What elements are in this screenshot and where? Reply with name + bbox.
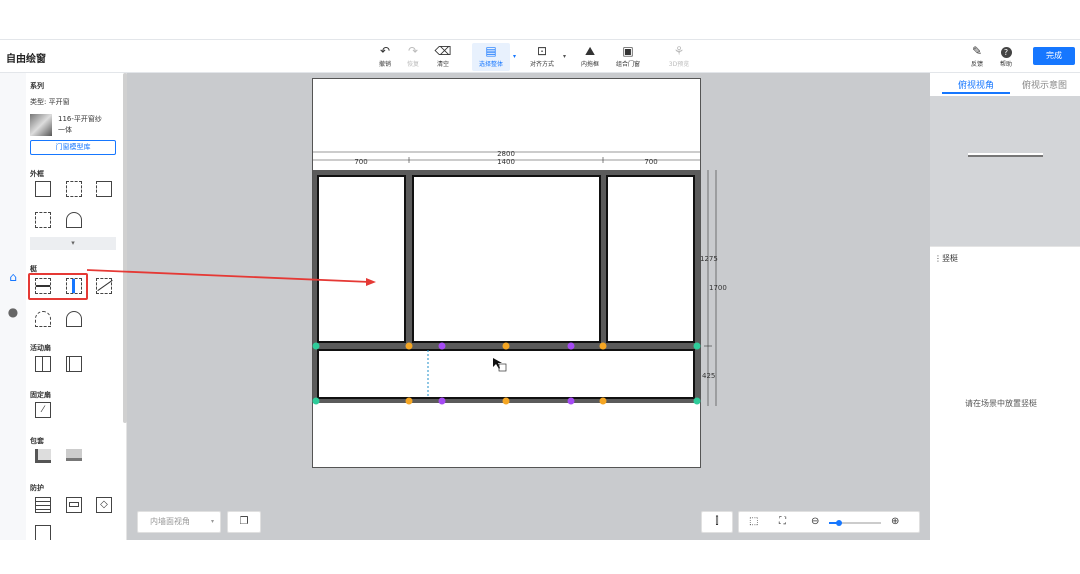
pane-bottom: [317, 349, 695, 399]
mirror-icon: ⫿: [715, 516, 719, 527]
handle-green-1: [312, 342, 320, 350]
zoom-slider-track[interactable]: [829, 520, 881, 526]
dim-height-text: 1700: [709, 284, 727, 292]
zoom-out-icon[interactable]: ⊖: [811, 516, 819, 527]
placement-hint: 请在场景中放置竖梃: [965, 399, 1037, 408]
layers-button[interactable]: ❐: [227, 511, 261, 533]
right-divider: [930, 246, 1080, 247]
mirror-button[interactable]: ⫿: [701, 511, 733, 533]
handle-orange-6: [599, 397, 607, 405]
dim-right-text: 700: [644, 158, 657, 166]
handle-green-2: [693, 342, 701, 350]
dim-left-text: 700: [354, 158, 367, 166]
handle-purple-3: [438, 397, 446, 405]
handle-green-4: [693, 397, 701, 405]
handle-purple-1: [438, 342, 446, 350]
dim-lower-text: 425: [702, 372, 715, 380]
dim-upper-text: 1275: [700, 255, 718, 263]
pane-middle: [412, 175, 601, 343]
handle-orange-3: [599, 342, 607, 350]
section-title: ⋮竖梃: [934, 254, 958, 263]
dim-middle-text: 1400: [497, 158, 515, 166]
fullscreen-icon[interactable]: ⛶: [779, 516, 786, 527]
handle-green-3: [312, 397, 320, 405]
handle-purple-4: [567, 397, 575, 405]
handle-orange-1: [405, 342, 413, 350]
pane-right: [606, 175, 695, 343]
handle-orange-5: [502, 397, 510, 405]
handle-orange-4: [405, 397, 413, 405]
handle-purple-2: [567, 342, 575, 350]
top-view-preview[interactable]: [930, 96, 1080, 246]
layers-icon: ❐: [239, 516, 249, 527]
handle-orange-2: [502, 342, 510, 350]
view-select-label: 内墙面视角: [150, 517, 190, 526]
dim-total-text: 2800: [497, 150, 515, 158]
tab-active-indicator: [942, 92, 1010, 94]
pane-left: [317, 175, 406, 343]
chevron-down-icon: ▾: [210, 518, 214, 525]
fit-frame-icon[interactable]: ⬚: [749, 516, 758, 527]
window-drawing[interactable]: 2800 1400 700 700 1275 1700 425: [0, 0, 1080, 574]
tab-top-diagram[interactable]: 俯视示意图: [1022, 78, 1067, 91]
zoom-controls: ⬚ ⛶ ⊖ ⊕: [738, 511, 920, 533]
zoom-slider-knob[interactable]: [836, 520, 843, 526]
zoom-in-icon[interactable]: ⊕: [891, 516, 899, 527]
tab-top-view[interactable]: 俯视视角: [958, 78, 994, 91]
top-view-window-line: [968, 153, 1043, 157]
view-select[interactable]: 内墙面视角 ▾: [137, 511, 221, 533]
